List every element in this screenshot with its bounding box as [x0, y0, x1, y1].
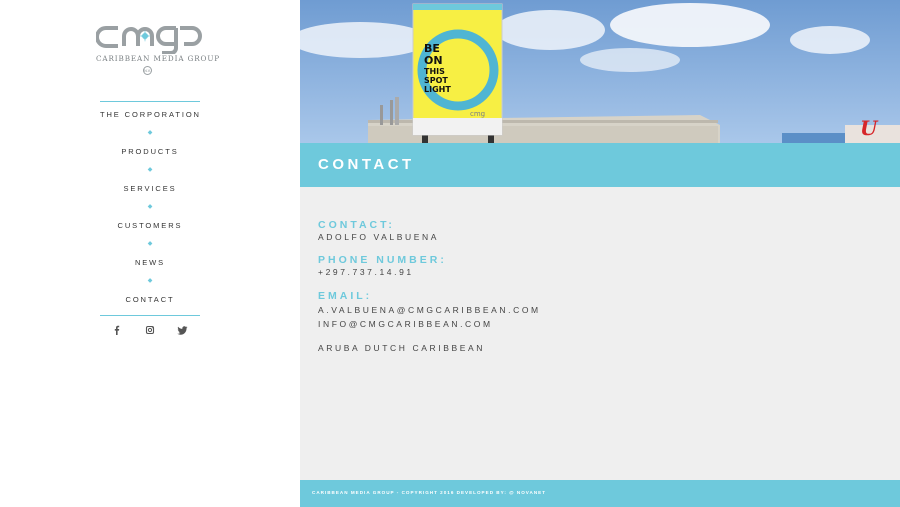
- page-title-bar: CONTACT: [300, 143, 900, 187]
- nav-item-news[interactable]: NEWS: [100, 255, 200, 271]
- phone-label: PHONE NUMBER:: [318, 254, 447, 266]
- contact-details: CONTACT: ADOLFO VALBUENA PHONE NUMBER: +…: [318, 219, 878, 354]
- contact-name: ADOLFO VALBUENA: [318, 232, 440, 242]
- nav-top-divider: [100, 101, 200, 102]
- main-content: U BE ON THIS SPOT LIGHT cmg CONTACT CONT…: [300, 0, 900, 507]
- social-links: [110, 323, 190, 337]
- instagram-icon[interactable]: [143, 323, 157, 337]
- cmg-logo[interactable]: CARIBBEAN MEDIA GROUP N.V.: [95, 22, 221, 78]
- footer-copyright: CARIBBEAN MEDIA GROUP - COPYRIGHT 2016 D…: [312, 490, 547, 495]
- email-link-1[interactable]: A.VALBUENA@CMGCARIBBEAN.COM: [318, 304, 878, 316]
- nav-separator-dot: ◆: [147, 204, 153, 210]
- sidebar: CARIBBEAN MEDIA GROUP N.V. THE CORPORATI…: [0, 0, 300, 507]
- svg-text:THIS: THIS: [424, 67, 445, 76]
- email-link-2[interactable]: INFO@CMGCARIBBEAN.COM: [318, 318, 878, 330]
- logo-badge: N.V.: [143, 66, 152, 75]
- cmg-logo-mark: [95, 26, 202, 55]
- facebook-icon[interactable]: [110, 323, 124, 337]
- nav-separator-dot: ◆: [147, 278, 153, 284]
- nav-separator-dot: ◆: [147, 130, 153, 136]
- twitter-icon[interactable]: [176, 323, 190, 337]
- svg-text:LIGHT: LIGHT: [424, 85, 451, 94]
- billboard-photo: U BE ON THIS SPOT LIGHT cmg: [300, 0, 900, 143]
- nav-bottom-divider: [100, 315, 200, 316]
- nav-item-the-corporation[interactable]: THE CORPORATION: [100, 107, 200, 123]
- nav-item-products[interactable]: PRODUCTS: [100, 144, 200, 160]
- nav-separator-dot: ◆: [147, 167, 153, 173]
- page-title: CONTACT: [318, 156, 415, 173]
- email-label: EMAIL:: [318, 290, 373, 302]
- svg-text:cmg: cmg: [470, 110, 485, 118]
- contact-label: CONTACT:: [318, 219, 395, 231]
- svg-text:U: U: [860, 116, 879, 140]
- nav-separator-dot: ◆: [147, 241, 153, 247]
- main-nav: THE CORPORATION ◆ PRODUCTS ◆ SERVICES ◆ …: [100, 107, 200, 308]
- footer: CARIBBEAN MEDIA GROUP - COPYRIGHT 2016 D…: [300, 480, 900, 507]
- svg-text:SPOT: SPOT: [424, 76, 448, 85]
- nav-item-contact[interactable]: CONTACT: [100, 292, 200, 308]
- location-text: ARUBA DUTCH CARIBBEAN: [318, 343, 486, 353]
- svg-text:ON: ON: [424, 54, 443, 67]
- phone-number[interactable]: +297.737.14.91: [318, 266, 878, 278]
- nav-item-services[interactable]: SERVICES: [100, 181, 200, 197]
- nav-item-customers[interactable]: CUSTOMERS: [100, 218, 200, 234]
- logo-wordmark: CARIBBEAN MEDIA GROUP: [96, 54, 221, 63]
- hero-image: U BE ON THIS SPOT LIGHT cmg: [300, 0, 900, 143]
